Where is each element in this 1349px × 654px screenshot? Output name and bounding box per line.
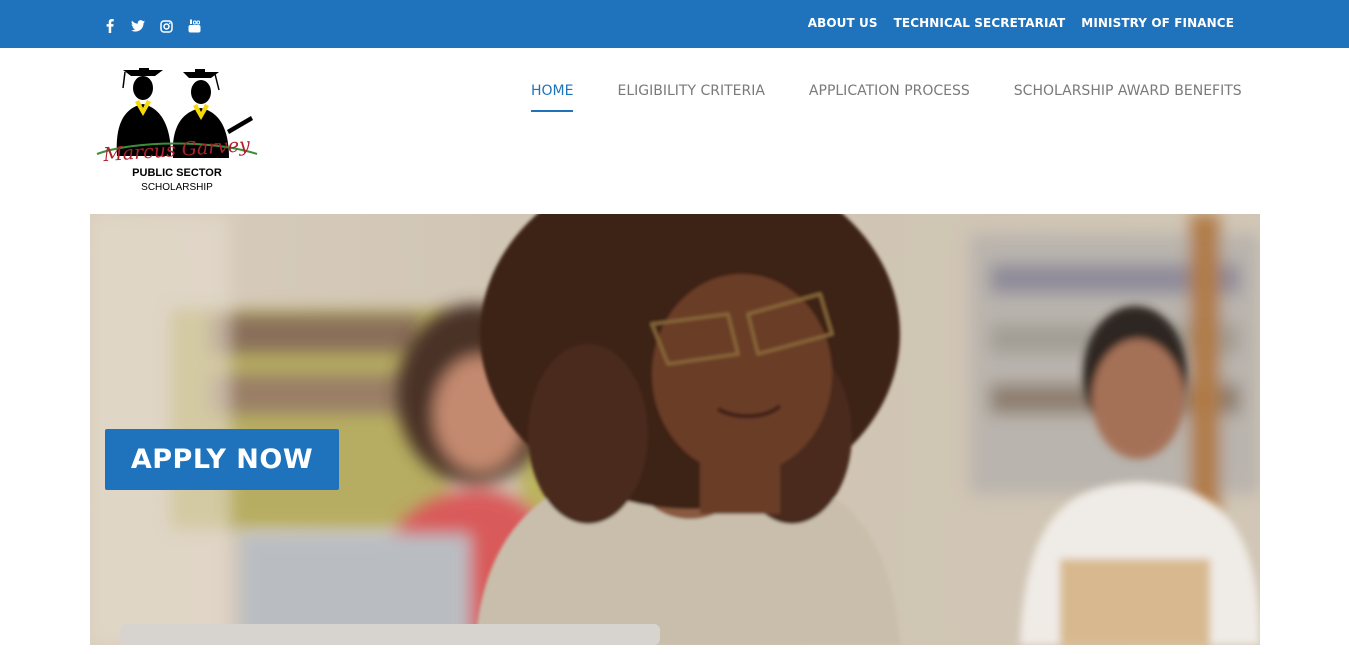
apply-now-button[interactable]: APPLY NOW xyxy=(105,429,339,490)
instagram-icon[interactable] xyxy=(157,17,175,35)
site-logo[interactable]: Marcus Garvey PUBLIC SECTOR SCHOLARSHIP xyxy=(95,66,260,196)
site-header: Marcus Garvey PUBLIC SECTOR SCHOLARSHIP … xyxy=(0,48,1349,214)
about-us-link[interactable]: ABOUT US xyxy=(808,16,878,30)
ministry-of-finance-link[interactable]: MINISTRY OF FINANCE xyxy=(1081,16,1234,30)
top-links: ABOUT US TECHNICAL SECRETARIAT MINISTRY … xyxy=(808,16,1234,30)
facebook-icon[interactable] xyxy=(101,17,119,35)
technical-secretariat-link[interactable]: TECHNICAL SECRETARIAT xyxy=(894,16,1066,30)
nav-application-process[interactable]: APPLICATION PROCESS xyxy=(809,83,970,112)
youtube-icon[interactable] xyxy=(185,17,203,35)
social-links xyxy=(101,17,203,35)
logo-line3: SCHOLARSHIP xyxy=(141,182,213,193)
twitter-icon[interactable] xyxy=(129,17,147,35)
top-bar: ABOUT US TECHNICAL SECRETARIAT MINISTRY … xyxy=(0,0,1349,48)
main-nav: HOME ELIGIBILITY CRITERIA APPLICATION PR… xyxy=(531,83,1242,112)
nav-home[interactable]: HOME xyxy=(531,83,574,112)
nav-scholarship-award-benefits[interactable]: SCHOLARSHIP AWARD BENEFITS xyxy=(1014,83,1242,112)
hero-banner: APPLY NOW xyxy=(90,214,1260,645)
nav-eligibility-criteria[interactable]: ELIGIBILITY CRITERIA xyxy=(617,83,764,112)
logo-line2: PUBLIC SECTOR xyxy=(132,167,222,179)
